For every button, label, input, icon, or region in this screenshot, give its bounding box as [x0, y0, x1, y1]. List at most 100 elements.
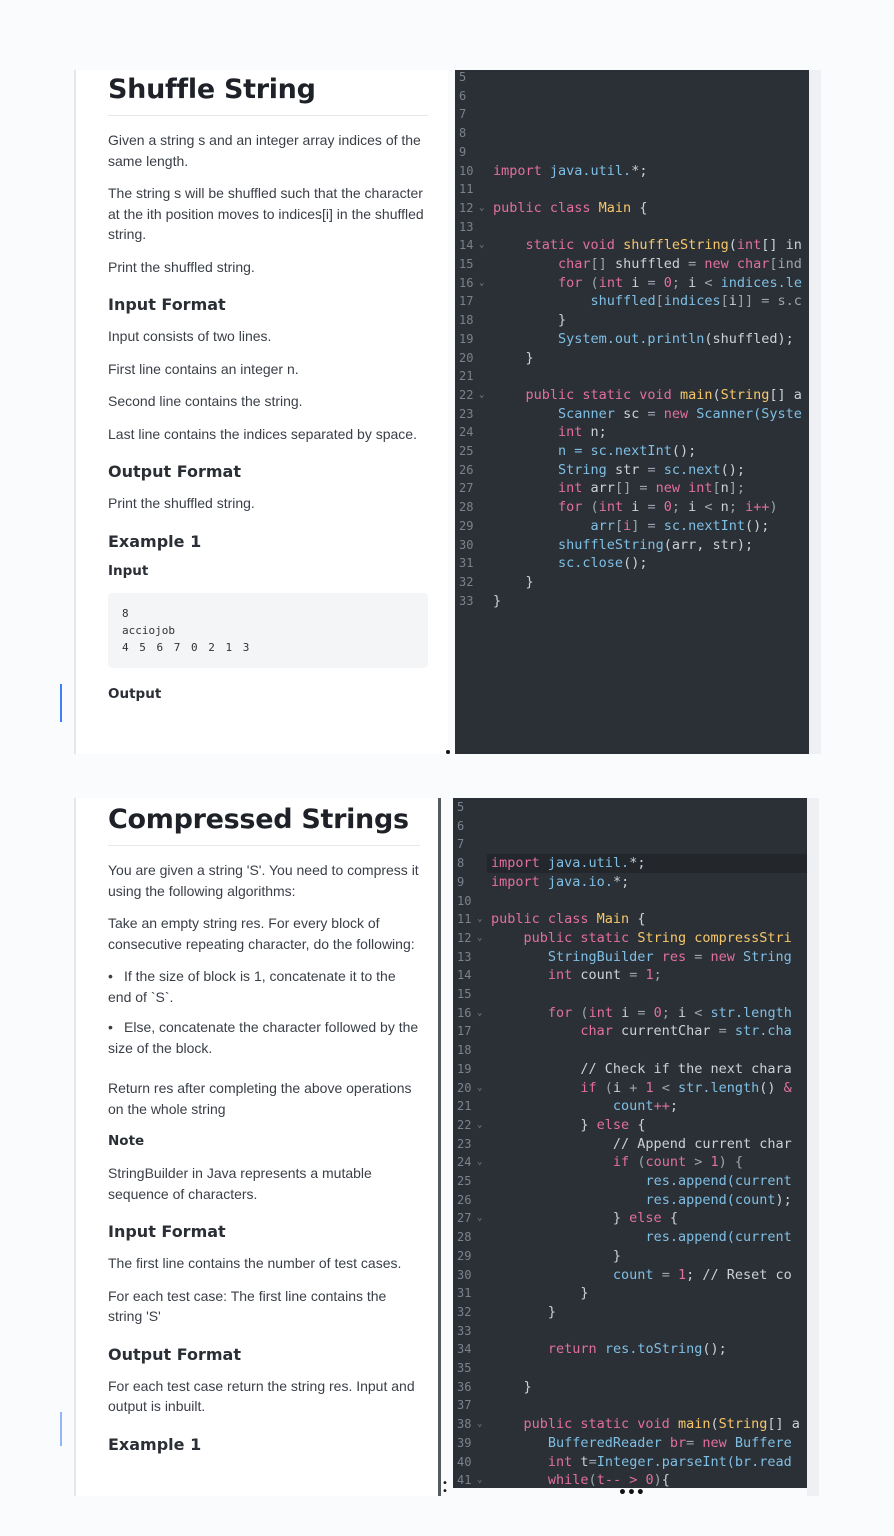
code-line[interactable]: 11 — [455, 180, 809, 199]
code-text[interactable]: } — [491, 1247, 621, 1266]
code-text[interactable]: Scanner sc = new Scanner(Syste — [493, 405, 802, 424]
code-line[interactable]: 28 res.append(current — [453, 1228, 807, 1247]
code-text[interactable]: static void shuffleString(int[] in — [493, 236, 802, 255]
code-text[interactable]: } — [493, 349, 534, 368]
code-text[interactable]: } — [491, 1378, 532, 1397]
code-line[interactable]: 9 import java.io.*; — [453, 873, 807, 892]
fold-chevron-icon[interactable]: ⌄ — [477, 1471, 482, 1488]
code-text[interactable]: public class Main { — [493, 199, 647, 218]
code-text[interactable]: import java.util.*; — [491, 854, 645, 873]
fold-chevron-icon[interactable]: ⌄ — [477, 1153, 482, 1172]
code-text[interactable]: count = 1; // Reset co — [491, 1266, 792, 1285]
code-line[interactable]: 25 n = sc.nextInt(); — [455, 442, 809, 461]
code-text[interactable]: } else { — [491, 1209, 678, 1228]
code-line[interactable]: 26 res.append(count); — [453, 1191, 807, 1210]
code-text[interactable]: res.append(current — [491, 1172, 791, 1191]
code-line[interactable]: 25 res.append(current — [453, 1172, 807, 1191]
code-line[interactable]: 18 } — [455, 311, 809, 330]
code-line[interactable]: 35 — [453, 1359, 807, 1378]
code-line[interactable]: 19 // Check if the next chara — [453, 1060, 807, 1079]
code-line[interactable]: 20 ⌄ if (i + 1 < str.length() & — [453, 1079, 807, 1098]
code-text[interactable]: res.append(current — [491, 1228, 791, 1247]
editor-scrollbar[interactable] — [807, 798, 819, 1496]
fold-chevron-icon[interactable]: ⌄ — [477, 1415, 482, 1434]
code-line[interactable]: 33 — [453, 1322, 807, 1341]
code-text[interactable]: import java.io.*; — [491, 873, 629, 892]
code-line[interactable]: 28 for (int i = 0; i < n; i++) — [455, 498, 809, 517]
code-text[interactable]: String str = sc.next(); — [493, 461, 745, 480]
code-line[interactable]: 22 ⌄ } else { — [453, 1116, 807, 1135]
code-line[interactable]: 23 Scanner sc = new Scanner(Syste — [455, 405, 809, 424]
code-text[interactable]: res.append(count); — [491, 1191, 791, 1210]
code-text[interactable]: BufferedReader br= new Buffere — [491, 1434, 792, 1453]
code-line[interactable]: 27 int arr[] = new int[n]; — [455, 479, 809, 498]
fold-chevron-icon[interactable]: ⌄ — [477, 929, 482, 948]
code-line[interactable]: 36 } — [453, 1378, 807, 1397]
code-line[interactable]: 31 sc.close(); — [455, 554, 809, 573]
editor-scrollbar[interactable] — [809, 70, 821, 754]
code-line[interactable]: 13 StringBuilder res = new String — [453, 948, 807, 967]
code-text[interactable]: public static void main(String[] a — [493, 386, 802, 405]
code-line[interactable]: 17 shuffled[indices[i]] = s.c — [455, 292, 809, 311]
code-text[interactable]: // Check if the next chara — [491, 1060, 791, 1079]
code-text[interactable]: for (int i = 0; i < indices.le — [493, 274, 802, 293]
code-line[interactable]: 21 — [455, 367, 809, 386]
code-line[interactable]: 15 char[] shuffled = new char[ind — [455, 255, 809, 274]
code-line[interactable]: 5 — [453, 798, 807, 817]
code-text[interactable]: public static String compressStri — [491, 929, 792, 948]
code-text[interactable]: sc.close(); — [493, 554, 647, 573]
code-line[interactable]: 12 ⌄ public class Main { — [455, 199, 809, 218]
fold-chevron-icon[interactable]: ⌄ — [479, 236, 484, 255]
code-text[interactable]: } else { — [491, 1116, 645, 1135]
code-text[interactable]: return res.toString(); — [491, 1340, 727, 1359]
code-line[interactable]: 17 char currentChar = str.cha — [453, 1022, 807, 1041]
code-line[interactable]: 32 } — [453, 1303, 807, 1322]
code-line[interactable]: 33} — [455, 592, 809, 611]
code-line[interactable]: 38 ⌄ public static void main(String[] a — [453, 1415, 807, 1434]
more-icon[interactable]: ••• — [618, 1486, 645, 1500]
code-line[interactable]: 37 — [453, 1396, 807, 1415]
code-line[interactable]: 31 } — [453, 1284, 807, 1303]
code-text[interactable]: } — [491, 1284, 588, 1303]
code-line[interactable]: 13 — [455, 218, 809, 237]
code-editor-shuffle-string[interactable]: 5 6 7 8 9 10 import java.util.*; 11 12 ⌄ public cl… — [455, 70, 809, 754]
code-line[interactable]: 7 — [453, 835, 807, 854]
code-text[interactable]: char currentChar = str.cha — [491, 1022, 791, 1041]
code-text[interactable]: shuffleString(arr, str); — [493, 536, 753, 555]
fold-chevron-icon[interactable]: ⌄ — [477, 1079, 482, 1098]
code-line[interactable]: 10 import java.util.*; — [455, 162, 809, 181]
code-text[interactable]: arr[i] = sc.nextInt(); — [493, 517, 770, 536]
code-text[interactable]: import java.util.*; — [493, 162, 647, 181]
code-editor-compressed-strings[interactable]: 5 6 7 8 import java.util.*; 9 import java.io.*… — [453, 798, 807, 1488]
code-text[interactable]: for (int i = 0; i < str.length — [491, 1004, 792, 1023]
code-line[interactable]: 6 — [455, 87, 809, 106]
code-line[interactable]: 14 int count = 1; — [453, 966, 807, 985]
code-line[interactable]: 20 } — [455, 349, 809, 368]
code-line[interactable]: 15 — [453, 985, 807, 1004]
code-text[interactable]: } — [493, 592, 501, 611]
code-text[interactable]: int arr[] = new int[n]; — [493, 479, 745, 498]
code-text[interactable]: } — [493, 311, 566, 330]
code-line[interactable]: 23 // Append current char — [453, 1135, 807, 1154]
code-line[interactable]: 27 ⌄ } else { — [453, 1209, 807, 1228]
code-line[interactable]: 5 — [455, 70, 809, 87]
fold-chevron-icon[interactable]: ⌄ — [479, 274, 484, 293]
code-text[interactable]: if (count > 1) { — [491, 1153, 743, 1172]
code-line[interactable]: 16 ⌄ for (int i = 0; i < str.length — [453, 1004, 807, 1023]
code-line[interactable]: 30 count = 1; // Reset co — [453, 1266, 807, 1285]
code-text[interactable]: public static void main(String[] a — [491, 1415, 800, 1434]
code-line[interactable]: 11 ⌄ public class Main { — [453, 910, 807, 929]
drag-handle-icon[interactable]: • • — [442, 1479, 448, 1497]
code-text[interactable]: n = sc.nextInt(); — [493, 442, 696, 461]
code-text[interactable]: if (i + 1 < str.length() & — [491, 1079, 791, 1098]
code-line[interactable]: 16 ⌄ for (int i = 0; i < indices.le — [455, 274, 809, 293]
code-text[interactable]: StringBuilder res = new String — [491, 948, 792, 967]
code-line[interactable]: 29 arr[i] = sc.nextInt(); — [455, 517, 809, 536]
code-text[interactable]: int n; — [493, 423, 607, 442]
code-line[interactable]: 9 — [455, 143, 809, 162]
pane-divider[interactable] — [438, 798, 441, 1496]
code-text[interactable]: for (int i = 0; i < n; i++) — [493, 498, 778, 517]
code-line[interactable]: 18 — [453, 1041, 807, 1060]
code-text[interactable]: int count = 1; — [491, 966, 662, 985]
code-line[interactable]: 14 ⌄ static void shuffleString(int[] in — [455, 236, 809, 255]
